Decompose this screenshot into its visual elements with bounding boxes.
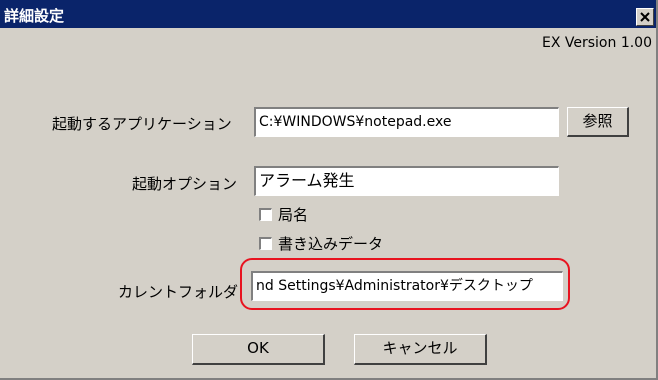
station-name-checkbox[interactable] <box>259 208 272 221</box>
ok-button[interactable]: OK <box>192 334 325 365</box>
window-title: 詳細設定 <box>4 7 65 25</box>
option-field[interactable]: アラーム発生 <box>254 166 559 196</box>
folder-label: カレントフォルダ <box>118 283 239 301</box>
option-label: 起動オプション <box>132 175 238 193</box>
highlight-annotation <box>240 258 570 310</box>
close-icon <box>640 12 650 22</box>
settings-dialog: 詳細設定 EX Version 1.00 起動するアプリケーション C:¥WIN… <box>0 0 658 380</box>
title-bar[interactable]: 詳細設定 <box>0 0 656 28</box>
station-name-label: 局名 <box>278 206 309 224</box>
version-text: EX Version 1.00 <box>542 35 652 51</box>
browse-button[interactable]: 参照 <box>567 107 629 137</box>
app-label: 起動するアプリケーション <box>52 115 232 133</box>
app-path-field[interactable]: C:¥WINDOWS¥notepad.exe <box>254 107 559 137</box>
close-button[interactable] <box>636 8 654 26</box>
cancel-button[interactable]: キャンセル <box>354 334 487 365</box>
write-data-label: 書き込みデータ <box>278 235 384 253</box>
write-data-checkbox[interactable] <box>259 237 272 250</box>
